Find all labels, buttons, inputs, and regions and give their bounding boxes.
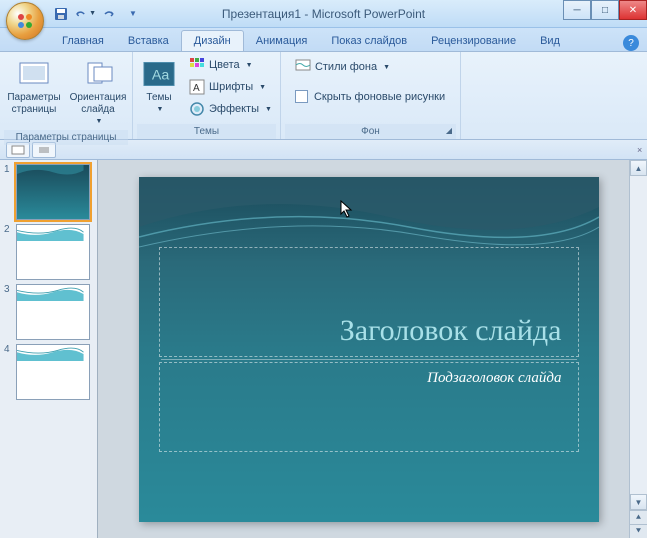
- ribbon-tabs: Главная Вставка Дизайн Анимация Показ сл…: [0, 28, 647, 52]
- themes-label: Темы: [146, 92, 171, 104]
- svg-text:A: A: [193, 83, 200, 94]
- colors-icon: [189, 57, 205, 73]
- tab-home[interactable]: Главная: [50, 31, 116, 51]
- dialog-launcher-icon[interactable]: ◢: [444, 126, 454, 136]
- chevron-down-icon: ▼: [383, 64, 390, 71]
- slide-canvas[interactable]: Заголовок слайда Подзаголовок слайда: [139, 177, 599, 522]
- subtitle-placeholder-text: Подзаголовок слайда: [427, 370, 561, 386]
- tab-slideshow[interactable]: Показ слайдов: [319, 31, 419, 51]
- slide-editor-area: Заголовок слайда Подзаголовок слайда ▲ ▼…: [98, 160, 647, 538]
- office-button[interactable]: [6, 2, 44, 40]
- scroll-track[interactable]: [630, 176, 647, 494]
- vertical-scrollbar[interactable]: ▲ ▼ ⯅ ⯆: [629, 160, 647, 538]
- thumbnail-number: 2: [4, 224, 12, 235]
- thumbnail-number: 3: [4, 284, 12, 295]
- themes-gallery-button[interactable]: Aa Темы ▼: [137, 54, 181, 118]
- window-title: Презентация1 - Microsoft PowerPoint: [222, 7, 425, 21]
- title-placeholder-text: Заголовок слайда: [340, 314, 562, 348]
- thumbnail-slide-4[interactable]: [16, 344, 90, 400]
- fonts-icon: A: [189, 79, 205, 95]
- effects-icon: [189, 101, 205, 117]
- page-setup-label: Параметры страницы: [6, 92, 62, 116]
- tab-animation[interactable]: Анимация: [244, 31, 320, 51]
- group-label-themes: Темы: [137, 124, 276, 139]
- window-controls: ─ □ ✕: [563, 0, 647, 20]
- page-setup-button[interactable]: Параметры страницы: [4, 54, 64, 120]
- maximize-button[interactable]: □: [591, 0, 619, 20]
- theme-colors-button[interactable]: Цвета ▼: [185, 54, 276, 76]
- save-button[interactable]: [50, 3, 72, 25]
- scroll-down-button[interactable]: ▼: [630, 494, 647, 510]
- panel-close-button[interactable]: ×: [637, 145, 647, 155]
- colors-label: Цвета: [209, 59, 240, 71]
- theme-effects-button[interactable]: Эффекты ▼: [185, 98, 276, 120]
- group-label-background: Фон ◢: [285, 124, 456, 139]
- chevron-down-icon: ▼: [246, 62, 253, 69]
- thumbnail-slide-3[interactable]: [16, 284, 90, 340]
- group-page-setup: Параметры страницы Ориентация слайда ▼ П…: [0, 52, 133, 139]
- chevron-down-icon: ▼: [259, 84, 266, 91]
- checkbox-icon: [295, 90, 308, 103]
- slide-orientation-button[interactable]: Ориентация слайда ▼: [68, 54, 128, 130]
- svg-text:Aa: Aa: [152, 67, 169, 83]
- chevron-down-icon: ▼: [265, 106, 272, 113]
- background-styles-label: Стили фона: [315, 61, 377, 73]
- background-styles-icon: [295, 59, 311, 75]
- hide-graphics-label: Скрыть фоновые рисунки: [314, 91, 445, 103]
- orientation-icon: [82, 58, 114, 90]
- scroll-up-button[interactable]: ▲: [630, 160, 647, 176]
- qat-customize-button[interactable]: ▼: [122, 3, 144, 25]
- ribbon: Параметры страницы Ориентация слайда ▼ П…: [0, 52, 647, 140]
- group-background: Стили фона ▼ Скрыть фоновые рисунки Фон …: [281, 52, 461, 139]
- title-placeholder[interactable]: Заголовок слайда: [159, 247, 579, 357]
- chevron-down-icon: ▼: [96, 118, 103, 126]
- tab-review[interactable]: Рецензирование: [419, 31, 528, 51]
- thumbnail-number: 1: [4, 164, 12, 175]
- tab-design[interactable]: Дизайн: [181, 30, 244, 51]
- minimize-button[interactable]: ─: [563, 0, 591, 20]
- theme-fonts-button[interactable]: A Шрифты ▼: [185, 76, 276, 98]
- themes-icon: Aa: [143, 58, 175, 90]
- undo-button[interactable]: ▼: [74, 3, 96, 25]
- chevron-down-icon: ▼: [157, 106, 164, 114]
- thumbnail-slide-2[interactable]: [16, 224, 90, 280]
- background-styles-button[interactable]: Стили фона ▼: [291, 56, 449, 78]
- prev-slide-button[interactable]: ⯅: [630, 510, 647, 524]
- page-setup-icon: [18, 58, 50, 90]
- fonts-label: Шрифты: [209, 81, 253, 93]
- close-button[interactable]: ✕: [619, 0, 647, 20]
- subtitle-placeholder[interactable]: Подзаголовок слайда: [159, 362, 579, 452]
- help-button[interactable]: ?: [623, 35, 639, 51]
- thumbnail-item[interactable]: 1: [4, 164, 93, 220]
- hide-background-graphics-checkbox[interactable]: Скрыть фоновые рисунки: [291, 88, 449, 105]
- thumbnail-slide-1[interactable]: [16, 164, 90, 220]
- group-themes: Aa Темы ▼ Цвета ▼ A Шрифты ▼ Эффек: [133, 52, 281, 139]
- background-group-text: Фон: [361, 126, 380, 137]
- workspace: 1 2 3 4: [0, 160, 647, 538]
- next-slide-button[interactable]: ⯆: [630, 524, 647, 538]
- titlebar: ▼ ▼ Презентация1 - Microsoft PowerPoint …: [0, 0, 647, 28]
- thumbnail-number: 4: [4, 344, 12, 355]
- group-label-page-setup: Параметры страницы: [4, 130, 128, 145]
- tab-view[interactable]: Вид: [528, 31, 572, 51]
- orientation-label: Ориентация слайда: [70, 92, 127, 116]
- thumbnail-item[interactable]: 4: [4, 344, 93, 400]
- redo-button[interactable]: [98, 3, 120, 25]
- effects-label: Эффекты: [209, 103, 259, 115]
- divider-line: [161, 359, 577, 360]
- chevron-down-icon: ▼: [89, 10, 96, 17]
- quick-access-toolbar: ▼ ▼: [50, 3, 144, 25]
- tab-insert[interactable]: Вставка: [116, 31, 181, 51]
- thumbnail-item[interactable]: 2: [4, 224, 93, 280]
- thumbnail-item[interactable]: 3: [4, 284, 93, 340]
- thumbnails-panel: 1 2 3 4: [0, 160, 98, 538]
